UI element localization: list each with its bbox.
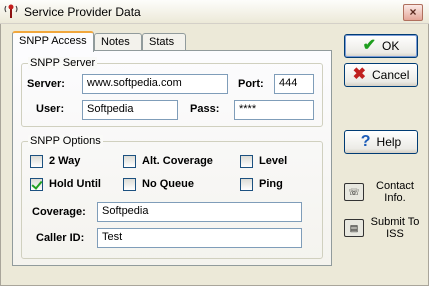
contact-info-action[interactable]: ☏ Contact Info. bbox=[344, 180, 420, 204]
close-icon: × bbox=[409, 5, 417, 19]
cancel-button-label: Cancel bbox=[372, 68, 410, 82]
submit-to-iss-action[interactable]: ▤ Submit To ISS bbox=[344, 216, 420, 240]
title-bar: Service Provider Data × bbox=[0, 0, 429, 24]
pass-label: Pass: bbox=[190, 103, 220, 115]
no-queue-checkbox[interactable]: No Queue bbox=[123, 177, 194, 191]
pager-antenna-icon bbox=[4, 4, 18, 18]
checkbox-label: Level bbox=[259, 155, 288, 167]
user-label: User: bbox=[36, 103, 65, 115]
snpp-options-group: SNPP Options 2 Way Alt. Coverage Level H… bbox=[21, 135, 323, 259]
port-label: Port: bbox=[238, 78, 264, 90]
checkbox-box[interactable] bbox=[30, 177, 43, 191]
checkbox-label: Alt. Coverage bbox=[142, 155, 213, 167]
ok-button-label: OK bbox=[382, 39, 400, 53]
checkbox-label: 2 Way bbox=[49, 155, 81, 167]
x-icon: ✖ bbox=[352, 66, 367, 83]
snpp-server-group: SNPP Server Server: www.softpedia.com Po… bbox=[21, 57, 323, 127]
caller-id-field[interactable]: Test bbox=[97, 228, 302, 248]
tab-snpp-access[interactable]: SNPP Access bbox=[12, 31, 94, 52]
snpp-options-group-title: SNPP Options bbox=[28, 135, 103, 147]
checkmark-icon: ✔ bbox=[362, 37, 377, 54]
question-mark-icon: ? bbox=[360, 133, 371, 150]
port-field[interactable]: 444 bbox=[274, 74, 314, 94]
hold-until-checkbox[interactable]: Hold Until bbox=[30, 177, 101, 191]
tab-label: SNPP Access bbox=[19, 35, 87, 47]
checkbox-label: Ping bbox=[259, 178, 283, 190]
tab-label: Stats bbox=[149, 36, 175, 48]
checkbox-box[interactable] bbox=[123, 177, 136, 191]
submit-device-icon[interactable]: ▤ bbox=[344, 219, 364, 237]
level-checkbox[interactable]: Level bbox=[240, 154, 287, 168]
contact-info-label: Contact Info. bbox=[376, 180, 414, 204]
coverage-field[interactable]: Softpedia bbox=[97, 202, 302, 222]
checkbox-box[interactable] bbox=[123, 154, 136, 168]
checkbox-label: Hold Until bbox=[49, 178, 101, 190]
ok-button[interactable]: ✔ OK bbox=[344, 34, 418, 58]
checkbox-box[interactable] bbox=[30, 154, 43, 168]
help-button-label: Help bbox=[376, 135, 402, 149]
server-field[interactable]: www.softpedia.com bbox=[82, 74, 228, 94]
tab-label: Notes bbox=[101, 36, 130, 48]
checkbox-box[interactable] bbox=[240, 177, 253, 191]
checkbox-label: No Queue bbox=[142, 178, 194, 190]
two-way-checkbox[interactable]: 2 Way bbox=[30, 154, 80, 168]
pass-field[interactable]: **** bbox=[234, 100, 314, 120]
contact-card-icon[interactable]: ☏ bbox=[344, 183, 364, 201]
submit-to-iss-label: Submit To ISS bbox=[370, 216, 420, 240]
close-button[interactable]: × bbox=[403, 4, 423, 21]
alt-coverage-checkbox[interactable]: Alt. Coverage bbox=[123, 154, 213, 168]
snpp-server-group-title: SNPP Server bbox=[28, 57, 98, 69]
tab-panel-snpp-access: SNPP Server Server: www.softpedia.com Po… bbox=[12, 50, 332, 266]
cancel-button[interactable]: ✖ Cancel bbox=[344, 63, 418, 87]
window-title: Service Provider Data bbox=[24, 5, 141, 19]
server-label: Server: bbox=[27, 78, 65, 90]
help-button[interactable]: ? Help bbox=[344, 130, 418, 154]
ping-checkbox[interactable]: Ping bbox=[240, 177, 283, 191]
checkbox-box[interactable] bbox=[240, 154, 253, 168]
coverage-label: Coverage: bbox=[32, 206, 86, 218]
user-field[interactable]: Softpedia bbox=[82, 100, 178, 120]
caller-id-label: Caller ID: bbox=[36, 232, 85, 244]
